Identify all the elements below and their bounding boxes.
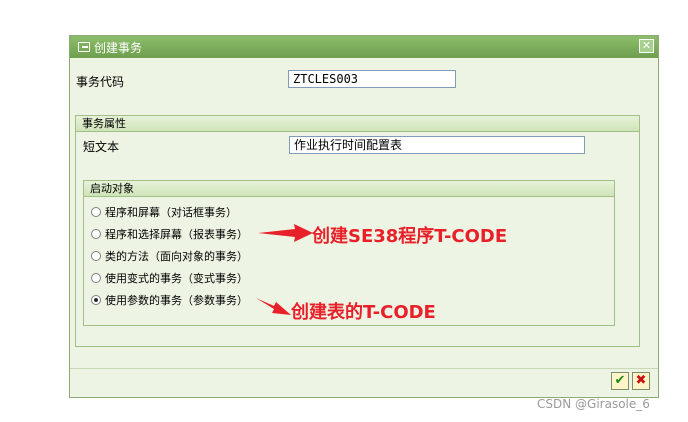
arrow-to-report-option	[258, 224, 313, 242]
arrow-to-parameter-option	[256, 298, 291, 315]
annotation-table-tcode: 创建表的T-CODE	[291, 302, 436, 323]
annotation-se38-tcode: 创建SE38程序T-CODE	[312, 226, 508, 247]
annotation-arrows	[256, 224, 313, 315]
watermark: CSDN @Girasole_6	[537, 397, 650, 411]
